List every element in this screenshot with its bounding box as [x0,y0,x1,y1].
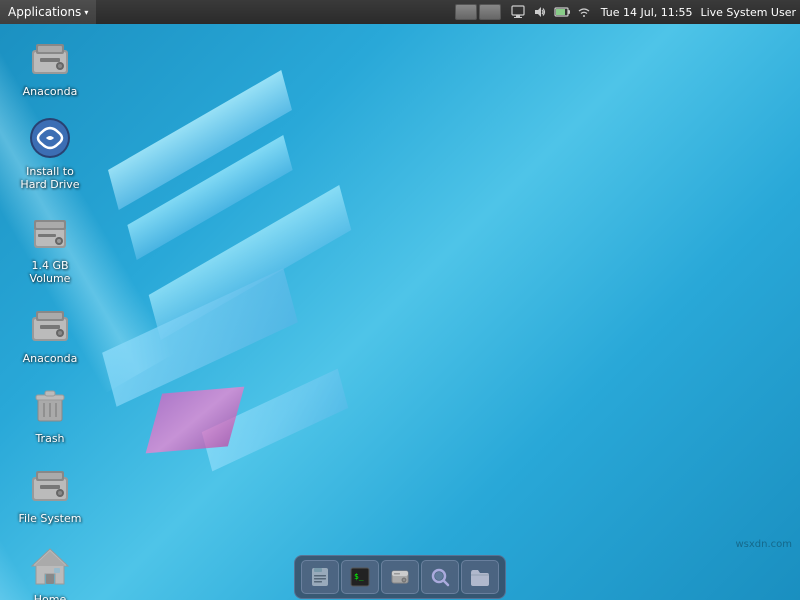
taskbar-inner: $_ [294,555,506,599]
top-panel: Applications ▾ [0,0,800,24]
taskbar-search-button[interactable] [421,560,459,594]
trash-icon-image [26,381,74,429]
window-btn-2[interactable] [479,4,501,20]
window-btn-1[interactable] [455,4,477,20]
network-icon[interactable] [575,3,593,21]
desktop-icon-anaconda[interactable]: Anaconda [10,30,90,102]
desktop-icon-filesystem[interactable]: File System [10,457,90,529]
desktop-icons: Anaconda Install toHard Drive [10,30,90,600]
desktop-icon-anaconda2[interactable]: Anaconda [10,297,90,369]
applications-label: Applications [8,5,81,19]
anaconda2-label: Anaconda [23,352,78,365]
panel-right: Tue 14 Jul, 11:55 Live System User [505,3,800,21]
filesystem-label: File System [19,512,82,525]
install-label: Install toHard Drive [20,165,79,191]
anaconda-icon-image [26,34,74,82]
anaconda2-icon-image [26,301,74,349]
applications-arrow: ▾ [84,8,88,17]
desktop-icon-trash[interactable]: Trash [10,377,90,449]
taskbar-terminal-button[interactable]: $_ [341,560,379,594]
volume-icon-image [26,208,74,256]
battery-icon[interactable] [553,3,571,21]
taskbar-disks-button[interactable] [381,560,419,594]
svg-text:$_: $_ [354,572,364,581]
username[interactable]: Live System User [700,6,796,19]
window-manager-buttons [455,4,501,20]
desktop: Applications ▾ [0,0,800,600]
desktop-icon-install[interactable]: Install toHard Drive [10,110,90,195]
applications-menu[interactable]: Applications ▾ [0,0,96,24]
datetime: Tue 14 Jul, 11:55 [601,6,693,19]
anaconda-label: Anaconda [23,85,78,98]
taskbar-files-button[interactable] [301,560,339,594]
watermark-text: wsxdn.com [735,539,792,550]
watermark: wsxdn.com [735,539,792,550]
desktop-icon-volume[interactable]: 1.4 GBVolume [10,204,90,289]
install-icon-image [26,114,74,162]
volume-icon[interactable] [531,3,549,21]
volume-label: 1.4 GBVolume [30,259,71,285]
screen-icon[interactable] [509,3,527,21]
filesystem-icon-image [26,461,74,509]
taskbar-folder-button[interactable] [461,560,499,594]
trash-label: Trash [35,432,64,445]
taskbar: $_ [0,554,800,600]
